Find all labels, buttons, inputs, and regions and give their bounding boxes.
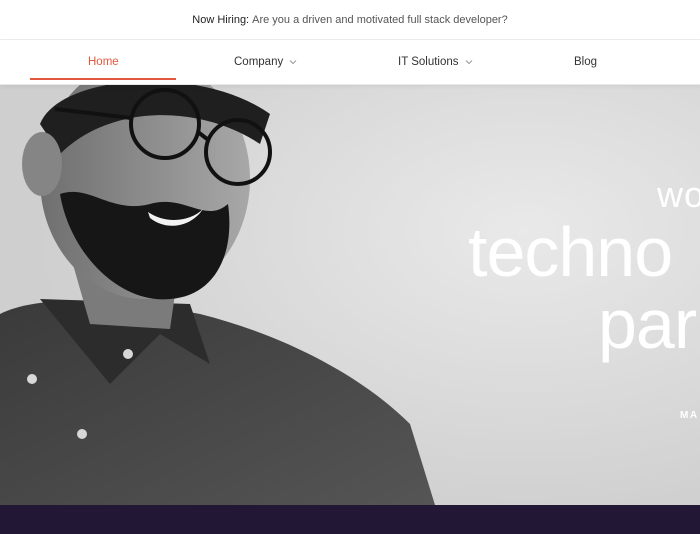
announcement-bar[interactable]: Now Hiring: Are you a driven and motivat… — [0, 0, 700, 40]
hero-photo — [0, 84, 700, 505]
nav-item-label: Company — [234, 56, 284, 68]
nav-item-label: Blog — [574, 56, 598, 68]
hero-cta-link[interactable]: MA — [680, 410, 699, 421]
chevron-down-icon — [289, 60, 297, 65]
nav-item-label: Home — [88, 56, 119, 68]
main-nav: Home Company IT Solutions Blog — [0, 40, 700, 85]
chevron-down-icon — [465, 60, 472, 65]
dark-section-band — [0, 505, 700, 534]
hero-heading-line-1: techno — [468, 213, 673, 291]
nav-item-blog[interactable]: Blog — [574, 40, 597, 84]
hero-heading-small: wo — [657, 174, 700, 215]
hero-heading-line-2: par — [598, 285, 697, 363]
nav-item-label: IT Solutions — [398, 56, 459, 68]
nav-item-company[interactable]: Company — [234, 40, 297, 84]
hero-banner: wo techno par MA — [0, 84, 700, 505]
nav-item-it-solutions[interactable]: IT Solutions — [398, 40, 473, 84]
announcement-message[interactable]: Are you a driven and motivated full stac… — [252, 14, 508, 26]
announcement-label: Now Hiring: — [192, 13, 250, 26]
nav-item-home[interactable]: Home — [88, 40, 119, 84]
